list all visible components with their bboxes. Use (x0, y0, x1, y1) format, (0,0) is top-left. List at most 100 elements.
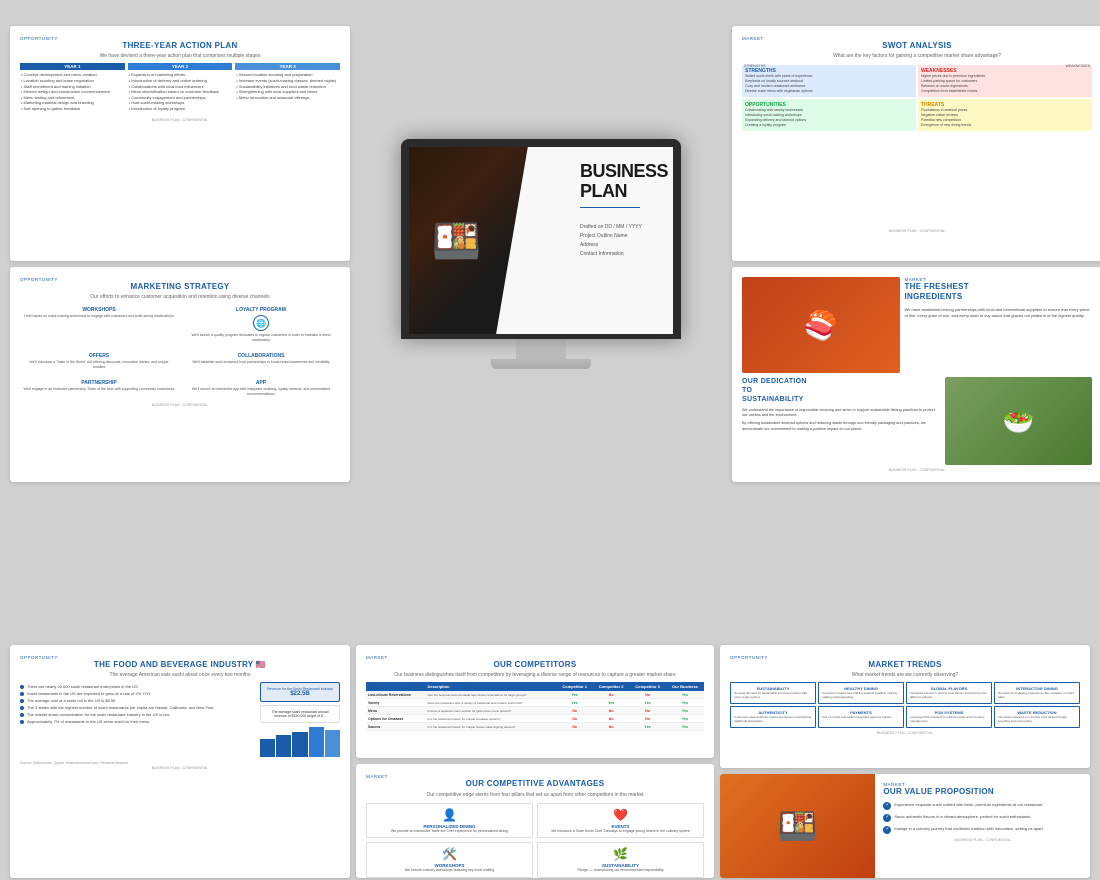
feature-name: Sauces (366, 723, 425, 731)
freshest-footer: BUSINESS PLAN - CONFIDENTIAL (742, 468, 1092, 472)
value-point-2-text: Savor authentic flavors in a vibrant atm… (894, 814, 1031, 820)
comp-col-3: Competitor 3 (629, 682, 665, 691)
competitors-table: Description Competitor 1 Competitor 2 Co… (366, 682, 704, 731)
slide-competitors: MARKET OUR COMPETITORS Our business dist… (356, 645, 714, 758)
partnership-title: PARTNERSHIP (23, 380, 175, 386)
stat-2: Sushi restaurants in the US are expected… (20, 691, 255, 696)
year-item: Menu diversification based on customer f… (129, 89, 232, 95)
stat-dot (20, 692, 24, 696)
bp-divider (580, 207, 640, 208)
feature-desc: Is there a separate menu section for glu… (425, 707, 556, 715)
three-year-title: THREE-YEAR ACTION PLAN (20, 41, 340, 51)
swot-grid: STRENGTHS Skilled sushi chefs with years… (742, 65, 1092, 226)
trends-title: MARKET TRENDS (730, 660, 1080, 670)
stat-1: There are nearly 20,000 sushi restaurant… (20, 684, 255, 689)
bp-details: Drafted on DD / MM / YYYY Project Outlin… (580, 223, 668, 259)
comp1-val: No (556, 723, 592, 731)
comp-col-2: Competitor 2 (593, 682, 629, 691)
swot-label-weaknesses: WEAKNESSES (1065, 64, 1090, 68)
marketing-workshops: WORKSHOPS Hold hands-on sushi-making wor… (20, 304, 178, 346)
offers-text: We'll introduce a 'Taste of the World' c… (23, 360, 175, 370)
trend-healthy: HEALTHY DINING Consumer preferences shif… (818, 682, 904, 704)
marketing-title: MARKETING STRATEGY (20, 282, 340, 292)
adv-workshops-text: We include culinary workshops featuring … (371, 868, 528, 873)
comp3-val: No (629, 691, 665, 699)
feature-name: Options for Omakase (366, 715, 425, 723)
bp-title-line2: PLAN (580, 182, 668, 202)
adv-icon-sustainability: 🌿 (542, 847, 699, 861)
year-item: Menu innovation and seasonal offerings (236, 95, 339, 101)
sustainability-image: 🥗 (945, 377, 1092, 465)
bp-address: Address (580, 241, 668, 250)
trend-authenticity: AUTHENTICITY Customers seek authentic su… (730, 706, 816, 728)
adv-subtitle: Our competitive edge stems from four pil… (366, 792, 704, 798)
food-source: Source: Statista.com, Zippia, restaurant… (20, 761, 340, 765)
target-box: The average sushi restaurant annual reve… (260, 705, 340, 723)
trend-pos: POS SYSTEMS Leverage POS solutions for e… (906, 706, 992, 728)
trends-footer: BUSINESS PLAN - CONFIDENTIAL (730, 731, 1080, 735)
adv-personalized-text: We provide an interactive Taste the Chef… (371, 829, 528, 834)
comp2-val: No (593, 707, 629, 715)
value-points-list: ✓ Experience exquisite sushi crafted wit… (883, 802, 1082, 834)
slide-freshest-ingredients: 🍣 MARKET THE FRESHESTINGREDIENTS We have… (732, 267, 1100, 482)
freshest-content: 🍣 MARKET THE FRESHESTINGREDIENTS We have… (742, 277, 1092, 373)
marketing-partnership: PARTNERSHIP We'll engage in an exclusive… (20, 377, 178, 400)
year-3-content: Second location scouting and preparation… (235, 70, 340, 102)
loyalty-title: LOYALTY PROGRAM (185, 307, 337, 313)
loyalty-icon: 🌐 (253, 315, 269, 331)
value-point-1-text: Experience exquisite sushi crafted with … (894, 802, 1043, 808)
slide-monitor: BUSINESS PLAN Drafted on DD / MM / YYYY … (356, 26, 726, 482)
feature-desc: Can the business accommodate last-minute… (425, 691, 556, 699)
swot-threats: THREATS Fluctuations in seafood prices N… (918, 99, 1092, 131)
comp3-val: No (629, 707, 665, 715)
us-val: Yes (666, 715, 704, 723)
year-3-col: YEAR 3 Second location scouting and prep… (235, 63, 340, 113)
swot-strengths: STRENGTHS Skilled sushi chefs with years… (742, 65, 916, 97)
food-content: There are nearly 20,000 sushi restaurant… (20, 682, 340, 757)
year-1-content: Concept development and menu creation Lo… (20, 70, 125, 113)
stat-text: Sushi restaurants in the US are expected… (27, 691, 151, 696)
food-chart: Revenue for the Sushi Restaurant industr… (260, 682, 340, 757)
trend-text: Innovative solutions to minimize food wa… (998, 716, 1076, 724)
swot-weaknesses: WEAKNESSES Higher prices due to premium … (918, 65, 1092, 97)
comp2-val: No (593, 715, 629, 723)
stat-dot (20, 713, 24, 717)
strengths-content: Skilled sushi chefs with years of experi… (745, 74, 913, 94)
stat-text: Approximately 7% of restaurants in the U… (27, 719, 150, 724)
slide-market-trends: OPPORTUNITY MARKET TRENDS What market tr… (720, 645, 1090, 768)
partnership-text: We'll engage in an exclusive partnership… (23, 387, 175, 392)
adv-sustainability-text: Pledge — championing our environmental r… (542, 868, 699, 873)
adv-events-text: We introduce a Taste Sushi Chef Tuesdays… (542, 829, 699, 834)
trend-text: Increased interest in diverse food flavo… (910, 692, 988, 700)
bar-chart (260, 727, 340, 757)
stat-text: The 3 states with the highest number of … (27, 705, 214, 710)
swot-footer: BUSINESS PLAN - CONFIDENTIAL (742, 229, 1092, 233)
trend-sustainability: SUSTAINABILITY Growing demand for sustai… (730, 682, 816, 704)
trend-text: Customers seek authentic sushi experienc… (734, 716, 812, 724)
year-3-header: YEAR 3 (235, 63, 340, 70)
swot-container: WEAKNESSES STRENGTHS STRENGTHS Skilled s… (742, 65, 1092, 226)
app-title: APP (185, 380, 337, 386)
bp-project: Project Outline Name (580, 232, 668, 241)
swot-left: STRENGTHS Skilled sushi chefs with years… (742, 65, 916, 226)
freshest-body-text: We have established strong partnerships … (905, 307, 1093, 319)
stat-text: The market share concentration for the s… (27, 712, 170, 717)
check-icon-3: ✓ (883, 826, 891, 834)
comp1-val: No (556, 715, 592, 723)
year-item: Kitchen design and construction commence… (21, 89, 124, 95)
value-emoji: 🍱 (778, 807, 818, 845)
bar-5 (325, 730, 340, 757)
year-1-col: YEAR 1 Concept development and menu crea… (20, 63, 125, 113)
three-year-subtitle: We have devised a three-year action plan… (20, 53, 340, 59)
slide-marketing-strategy: OPPORTUNITY MARKETING STRATEGY Our effor… (10, 267, 350, 482)
adv-events: ❤️ EVENTS We introduce a Taste Sushi Che… (537, 803, 704, 839)
year-item: Increase events (sushi-making classes, t… (236, 78, 339, 84)
slide-footer: BUSINESS PLAN - CONFIDENTIAL (20, 118, 340, 122)
bp-title-line1: BUSINESS (580, 162, 668, 182)
comp1-val: Yes (556, 699, 592, 707)
stat-6: Approximately 7% of restaurants in the U… (20, 719, 255, 724)
stat-3: The average cost of a sushi roll in the … (20, 698, 255, 703)
monitor-body: BUSINESS PLAN Drafted on DD / MM / YYYY … (401, 139, 681, 369)
table-row: Options for Omakase Is it the restaurant… (366, 715, 704, 723)
bar-4 (309, 727, 324, 757)
